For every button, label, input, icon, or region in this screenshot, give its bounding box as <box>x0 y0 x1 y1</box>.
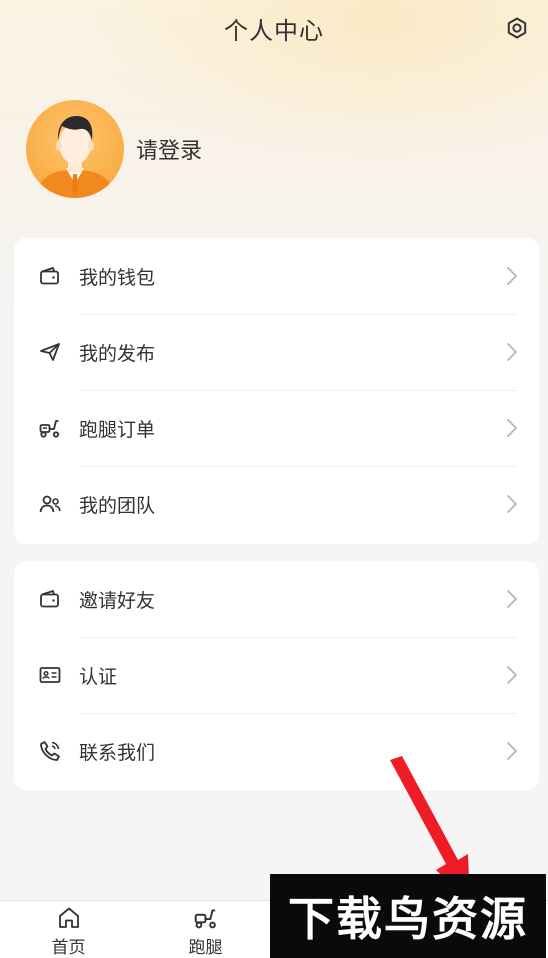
nav-home[interactable]: 首页 <box>0 901 137 958</box>
paper-plane-icon <box>38 340 62 364</box>
chevron-right-icon <box>507 590 517 608</box>
settings-button[interactable] <box>504 15 530 41</box>
wallet-icon <box>38 264 62 288</box>
chevron-right-icon <box>507 419 517 437</box>
login-link[interactable]: 请登录 <box>136 133 202 165</box>
menu-item-wallet[interactable]: 我的钱包 <box>14 238 539 314</box>
phone-icon <box>38 739 62 763</box>
home-icon <box>56 905 82 931</box>
menu-item-verification[interactable]: 认证 <box>14 637 539 713</box>
scooter-icon <box>38 416 62 440</box>
page-title: 个人中心 <box>224 16 324 45</box>
chevron-right-icon <box>507 343 517 361</box>
avatar[interactable] <box>26 100 124 198</box>
profile-section[interactable]: 请登录 <box>26 100 202 198</box>
nav-errand[interactable]: 跑腿 <box>137 901 274 958</box>
menu-item-label: 我的发布 <box>79 342 156 365</box>
header: 个人中心 <box>0 0 548 56</box>
watermark-text: 下载鸟资源 <box>288 892 528 946</box>
menu-item-label: 联系我们 <box>79 741 156 764</box>
menu-item-my-posts[interactable]: 我的发布 <box>14 314 539 390</box>
chevron-right-icon <box>507 742 517 760</box>
menu-card-primary: 我的钱包 我的发布 跑腿订单 我的团队 <box>14 238 539 544</box>
user-avatar-icon <box>34 116 116 198</box>
menu-item-label: 我的钱包 <box>79 266 156 289</box>
menu-item-label: 认证 <box>79 665 118 688</box>
nav-label: 跑腿 <box>188 938 223 958</box>
chevron-right-icon <box>507 267 517 285</box>
wallet-icon <box>38 587 62 611</box>
chevron-right-icon <box>507 666 517 684</box>
menu-item-label: 跑腿订单 <box>79 418 156 441</box>
watermark: 下载鸟资源 <box>270 874 546 958</box>
menu-item-label: 邀请好友 <box>79 589 156 612</box>
team-icon <box>38 492 62 516</box>
id-card-icon <box>38 663 62 687</box>
menu-item-my-team[interactable]: 我的团队 <box>14 466 539 542</box>
menu-item-invite-friends[interactable]: 邀请好友 <box>14 561 539 637</box>
nav-label: 首页 <box>51 938 86 958</box>
menu-item-errand-orders[interactable]: 跑腿订单 <box>14 390 539 466</box>
chevron-right-icon <box>507 495 517 513</box>
scooter-icon <box>193 905 219 931</box>
menu-item-label: 我的团队 <box>79 494 156 517</box>
settings-icon <box>507 17 527 39</box>
